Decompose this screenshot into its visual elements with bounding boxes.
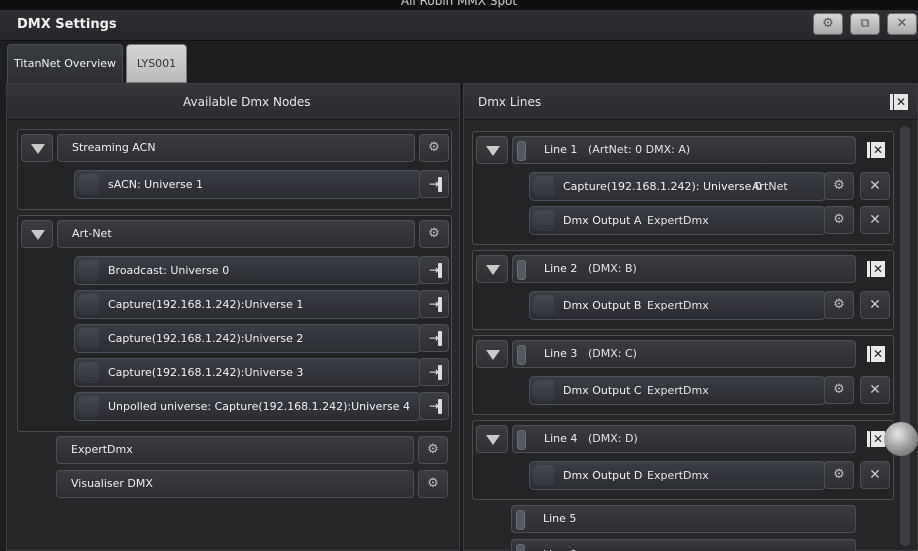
dmx-line-6[interactable]: Line 6 bbox=[511, 539, 856, 551]
add-to-line-button[interactable]: → bbox=[419, 256, 449, 284]
group-art-net: Art-Net ⚙ Broadcast: Universe 0 → Captur… bbox=[17, 215, 452, 432]
dmx-line-2: Line 2 (DMX: B) ✕ Dmx Output B ExpertDmx… bbox=[472, 250, 894, 330]
remove-line-button[interactable]: ✕ bbox=[862, 136, 890, 164]
dialog-title: DMX Settings bbox=[17, 17, 117, 32]
close-icon: ✕ bbox=[871, 346, 885, 362]
close-icon[interactable]: ✕ bbox=[860, 172, 890, 200]
tab-lys001[interactable]: LYS001 bbox=[126, 44, 187, 83]
add-to-line-button[interactable]: → bbox=[419, 170, 449, 198]
node-handle bbox=[77, 174, 99, 195]
group-streaming-acn: Streaming ACN ⚙ sACN: Universe 1 → bbox=[17, 129, 452, 210]
remove-all-button[interactable]: ✕ bbox=[885, 88, 913, 116]
add-to-line-button[interactable]: → bbox=[419, 324, 449, 352]
close-icon: ✕ bbox=[894, 94, 908, 110]
tab-titannet-overview[interactable]: TitanNet Overview bbox=[7, 44, 123, 83]
dialog-header: DMX Settings ⚙ ⧉ ✕ bbox=[0, 10, 918, 41]
line-output-item[interactable]: Dmx Output A ExpertDmx bbox=[529, 206, 826, 235]
scrollbar-thumb[interactable] bbox=[884, 422, 918, 456]
dmx-line-1: Line 1 (ArtNet: 0 DMX: A) ✕ Capture(192.… bbox=[472, 131, 894, 245]
available-dmx-nodes-panel: Available Dmx Nodes Streaming ACN ⚙ sACN… bbox=[6, 83, 460, 551]
close-icon[interactable]: ✕ bbox=[860, 461, 890, 489]
close-icon: ✕ bbox=[871, 142, 885, 158]
line-header[interactable]: Line 3 (DMX: C) bbox=[512, 340, 856, 368]
dmx-line-5[interactable]: Line 5 bbox=[511, 505, 856, 533]
add-to-line-button[interactable]: → bbox=[419, 358, 449, 386]
node-item[interactable]: sACN: Universe 1 bbox=[74, 170, 421, 199]
close-icon[interactable]: ✕ bbox=[860, 376, 890, 404]
add-to-line-button[interactable]: → bbox=[419, 290, 449, 318]
collapse-triangle-icon[interactable] bbox=[476, 425, 508, 453]
gear-icon[interactable]: ⚙ bbox=[419, 220, 449, 248]
node-item[interactable]: Capture(192.168.1.242):Universe 1 bbox=[74, 290, 421, 319]
window-title: All Robin MMX Spot bbox=[400, 0, 518, 8]
restore-icon: ⧉ bbox=[860, 16, 870, 31]
tab-bar: TitanNet Overview LYS001 bbox=[0, 41, 918, 83]
close-icon[interactable]: ✕ bbox=[860, 291, 890, 319]
node-expertdmx[interactable]: ExpertDmx bbox=[56, 436, 414, 464]
remove-line-button[interactable]: ✕ bbox=[862, 340, 890, 368]
node-item[interactable]: Capture(192.168.1.242):Universe 2 bbox=[74, 324, 421, 353]
line-output-item[interactable]: Dmx Output B ExpertDmx bbox=[529, 291, 826, 320]
line-output-item[interactable]: Dmx Output C ExpertDmx bbox=[529, 376, 826, 405]
close-button[interactable]: ✕ bbox=[887, 13, 917, 35]
panel-header: Dmx Lines ✕ bbox=[464, 84, 917, 120]
restore-button[interactable]: ⧉ bbox=[850, 13, 880, 35]
gear-icon[interactable]: ⚙ bbox=[824, 172, 854, 200]
settings-button[interactable]: ⚙ bbox=[813, 13, 843, 35]
collapse-triangle-icon[interactable] bbox=[21, 220, 53, 248]
dmx-line-4: Line 4 (DMX: D) ✕ Dmx Output D ExpertDmx… bbox=[472, 420, 894, 500]
remove-line-button[interactable]: ✕ bbox=[862, 255, 890, 283]
gear-icon: ⚙ bbox=[822, 16, 834, 31]
add-to-line-button[interactable]: → bbox=[419, 392, 449, 420]
gear-icon[interactable]: ⚙ bbox=[824, 206, 854, 234]
node-item[interactable]: Broadcast: Universe 0 bbox=[74, 256, 421, 285]
line-header[interactable]: Line 1 (ArtNet: 0 DMX: A) bbox=[512, 136, 856, 164]
line-header[interactable]: Line 2 (DMX: B) bbox=[512, 255, 856, 283]
line-output-item[interactable]: Dmx Output D ExpertDmx bbox=[529, 461, 826, 490]
collapse-triangle-icon[interactable] bbox=[476, 136, 508, 164]
close-icon: ✕ bbox=[871, 261, 885, 277]
gear-icon[interactable]: ⚙ bbox=[419, 134, 449, 162]
gear-icon[interactable]: ⚙ bbox=[824, 461, 854, 489]
gear-icon[interactable]: ⚙ bbox=[418, 436, 448, 464]
dmx-lines-panel: Dmx Lines ✕ Line 1 (ArtNet: 0 DMX: A) ✕ … bbox=[463, 83, 918, 551]
dmx-line-3: Line 3 (DMX: C) ✕ Dmx Output C ExpertDmx… bbox=[472, 335, 894, 415]
group-header-streaming-acn[interactable]: Streaming ACN bbox=[57, 134, 415, 162]
window-titlebar: All Robin MMX Spot bbox=[0, 0, 918, 10]
close-icon: ✕ bbox=[871, 431, 885, 447]
node-visualiser-dmx[interactable]: Visualiser DMX bbox=[56, 470, 414, 498]
group-header-art-net[interactable]: Art-Net bbox=[57, 220, 415, 248]
panel-title: Dmx Lines bbox=[478, 95, 542, 109]
collapse-triangle-icon[interactable] bbox=[21, 134, 53, 162]
node-item[interactable]: Unpolled universe: Capture(192.168.1.242… bbox=[74, 392, 421, 421]
gear-icon[interactable]: ⚙ bbox=[824, 376, 854, 404]
line-output-item[interactable]: Capture(192.168.1.242): Universe 0 ArtNe… bbox=[529, 172, 826, 201]
gear-icon[interactable]: ⚙ bbox=[824, 291, 854, 319]
collapse-triangle-icon[interactable] bbox=[476, 340, 508, 368]
close-icon: ✕ bbox=[896, 16, 908, 31]
gear-icon[interactable]: ⚙ bbox=[418, 470, 448, 498]
line-header[interactable]: Line 4 (DMX: D) bbox=[512, 425, 856, 453]
close-icon[interactable]: ✕ bbox=[860, 206, 890, 234]
panel-title: Available Dmx Nodes bbox=[183, 95, 311, 109]
node-item[interactable]: Capture(192.168.1.242):Universe 3 bbox=[74, 358, 421, 387]
collapse-triangle-icon[interactable] bbox=[476, 255, 508, 283]
panel-header: Available Dmx Nodes bbox=[7, 84, 459, 120]
vertical-scrollbar[interactable] bbox=[900, 126, 910, 546]
